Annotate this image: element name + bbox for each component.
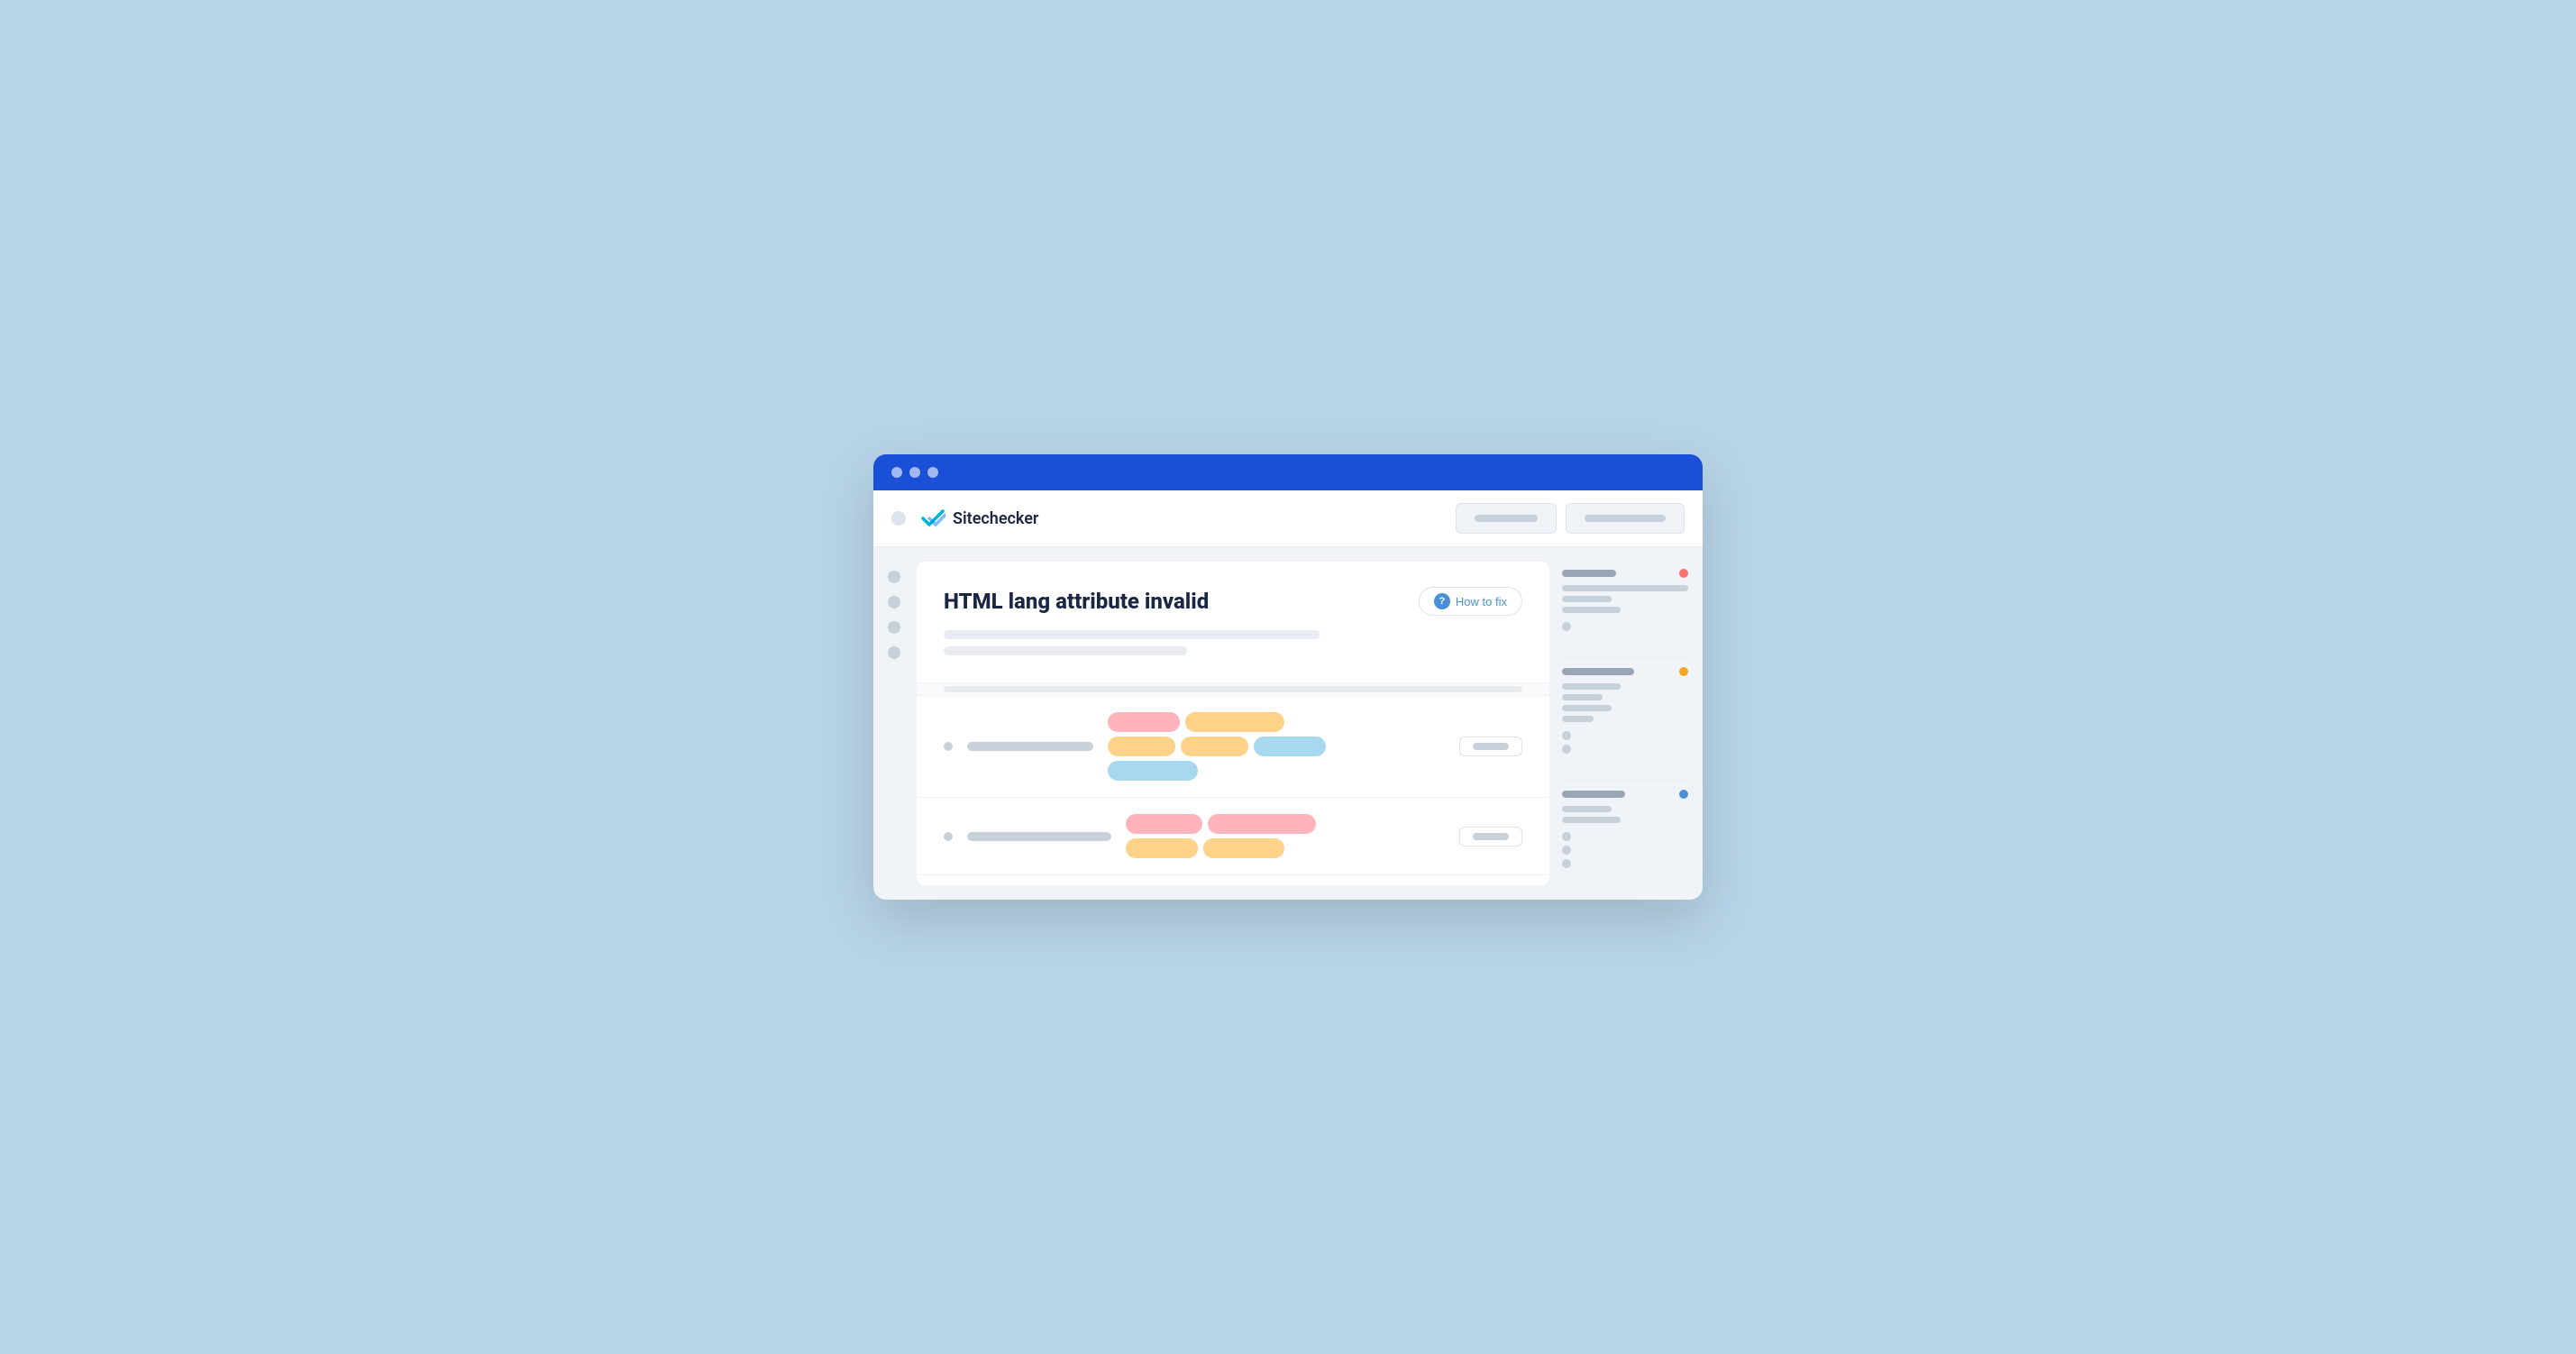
sr-dot-gray-3	[1562, 745, 1571, 754]
action-button-2[interactable]	[1459, 827, 1522, 846]
desc-line-1	[944, 630, 1320, 639]
content-header: HTML lang attribute invalid ? How to fix	[917, 562, 1549, 683]
sr-dot-gray-4	[1562, 832, 1571, 841]
sr-mini-bar-2c	[1562, 705, 1612, 711]
sr-mini-bar-1c	[1562, 607, 1621, 613]
sr-mini-bar-2b	[1562, 694, 1603, 700]
sr-title-bar-2	[1562, 668, 1634, 675]
row-indicator-2	[944, 832, 953, 841]
divider-1	[1562, 657, 1688, 658]
sr-mini-bar-2a	[1562, 683, 1621, 690]
sidebar-row-title-3	[1562, 790, 1688, 799]
sr-dot-gray-6	[1562, 859, 1571, 868]
sidebar-row-title-2	[1562, 667, 1688, 676]
nav-buttons	[1456, 503, 1685, 534]
sidebar-row-dots-5	[1562, 846, 1688, 855]
sidebar-dot-2	[888, 596, 900, 608]
how-to-fix-button[interactable]: ? How to fix	[1419, 587, 1522, 616]
sr-mini-rows-2	[1562, 683, 1688, 722]
tag-orange-2	[1108, 736, 1175, 756]
tag-pink-2	[1126, 814, 1202, 834]
sr-dot-blue	[1679, 790, 1688, 799]
sidebar-row-title-1	[1562, 569, 1688, 578]
tags-area-2	[1126, 814, 1445, 858]
page-title-row: HTML lang attribute invalid ? How to fix	[944, 587, 1522, 616]
tags-area-1	[1108, 712, 1445, 781]
logo-icon	[920, 508, 945, 528]
sr-dot-orange	[1679, 667, 1688, 676]
content-area: HTML lang attribute invalid ? How to fix	[917, 562, 1549, 885]
sr-dot-gray-1	[1562, 622, 1571, 631]
window-dot-3	[927, 467, 938, 478]
logo-area: Sitechecker	[891, 508, 1038, 528]
row-url-2	[967, 832, 1111, 841]
nav-btn-bar-1	[1475, 515, 1538, 522]
tag-blue-1	[1254, 736, 1326, 756]
tag-pink-3	[1208, 814, 1316, 834]
sidebar-row-dots-2	[1562, 731, 1688, 740]
divider-2	[1562, 780, 1688, 781]
table-row-2	[917, 798, 1549, 875]
sr-dot-gray-2	[1562, 731, 1571, 740]
browser-titlebar	[873, 454, 1703, 490]
action-btn-bar-1	[1473, 743, 1509, 750]
sr-dot-red	[1679, 569, 1688, 578]
how-to-fix-label: How to fix	[1456, 595, 1507, 608]
sr-mini-rows-3	[1562, 806, 1688, 823]
sidebar-dot-3	[888, 621, 900, 634]
sidebar-row-dots-3	[1562, 745, 1688, 754]
row-indicator-1	[944, 742, 953, 751]
browser-window: Sitechecker HTML lang attribute invalid	[873, 454, 1703, 900]
help-icon: ?	[1434, 593, 1450, 609]
sr-mini-bar-3a	[1562, 806, 1612, 812]
action-btn-bar-2	[1473, 833, 1509, 840]
tag-pink-1	[1108, 712, 1180, 732]
sr-mini-bar-3b	[1562, 817, 1621, 823]
sr-mini-bar-2d	[1562, 716, 1594, 722]
window-dot-2	[909, 467, 920, 478]
sr-mini-bar-1a	[1562, 585, 1688, 591]
sidebar-row-dots-6	[1562, 859, 1688, 868]
sidebar-section-3	[1562, 790, 1688, 873]
sr-dot-gray-5	[1562, 846, 1571, 855]
sidebar-section-1	[1562, 569, 1688, 636]
sidebar-section-2	[1562, 667, 1688, 758]
sidebar-dot-1	[888, 571, 900, 583]
table-section	[917, 683, 1549, 875]
logo-text: Sitechecker	[953, 509, 1038, 528]
nav-button-1[interactable]	[1456, 503, 1557, 534]
table-row	[917, 696, 1549, 798]
nav-btn-bar-2	[1585, 515, 1666, 522]
row-url-1	[967, 742, 1093, 751]
sr-mini-bar-1b	[1562, 596, 1612, 602]
sr-title-bar-3	[1562, 791, 1625, 798]
action-button-1[interactable]	[1459, 736, 1522, 756]
main-content: HTML lang attribute invalid ? How to fix	[873, 547, 1703, 900]
navbar: Sitechecker	[873, 490, 1703, 547]
tag-orange-5	[1203, 838, 1284, 858]
sr-title-bar-1	[1562, 570, 1616, 577]
sidebar-row-2	[1562, 622, 1688, 631]
nav-button-2[interactable]	[1566, 503, 1685, 534]
nav-dot	[891, 511, 906, 526]
sidebar-right	[1562, 562, 1688, 885]
tag-orange-1	[1185, 712, 1284, 732]
desc-line-2	[944, 646, 1187, 655]
page-title: HTML lang attribute invalid	[944, 589, 1209, 614]
sidebar-left	[888, 562, 904, 885]
sr-mini-rows-1	[1562, 585, 1688, 613]
tag-blue-2	[1108, 761, 1198, 781]
sidebar-row-dots-4	[1562, 832, 1688, 841]
sidebar-dot-4	[888, 646, 900, 659]
tag-orange-4	[1126, 838, 1198, 858]
window-dot-1	[891, 467, 902, 478]
tag-orange-3	[1181, 736, 1248, 756]
